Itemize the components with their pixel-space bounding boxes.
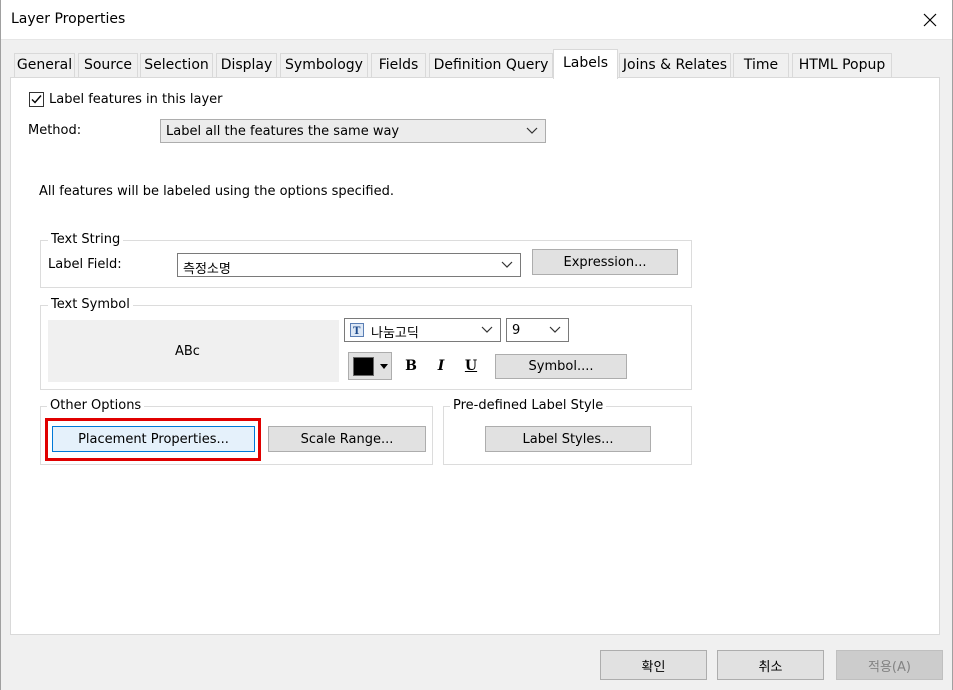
tab-selection[interactable]: Selection (140, 53, 213, 77)
tab-definition-query[interactable]: Definition Query (429, 53, 553, 77)
tab-source[interactable]: Source (78, 53, 138, 77)
text-symbol-legend: Text Symbol (48, 297, 133, 312)
title-bar (0, 0, 953, 40)
checkmark-icon (31, 95, 42, 104)
chevron-down-icon (481, 326, 493, 333)
predefined-style-legend: Pre-defined Label Style (450, 398, 607, 413)
cancel-button[interactable]: 취소 (717, 650, 824, 680)
tab-labels[interactable]: Labels (553, 49, 618, 79)
ok-button[interactable]: 확인 (600, 650, 707, 680)
info-text: All features will be labeled using the o… (39, 184, 394, 199)
caret-down-icon (380, 364, 388, 369)
tab-time[interactable]: Time (733, 53, 789, 77)
method-label: Method: (28, 123, 82, 138)
underline-button[interactable]: U (459, 354, 483, 378)
tab-joins-relates[interactable]: Joins & Relates (619, 53, 731, 77)
chevron-down-icon (549, 326, 561, 333)
expression-button[interactable]: Expression... (532, 249, 678, 275)
italic-button[interactable]: I (429, 354, 453, 378)
scale-range-button[interactable]: Scale Range... (268, 426, 426, 452)
tab-fields[interactable]: Fields (371, 53, 426, 77)
text-symbol-preview: ABc (48, 320, 339, 382)
font-size-value: 9 (512, 323, 521, 338)
window-title: Layer Properties (11, 11, 126, 27)
color-swatch (353, 357, 374, 376)
label-field-value: 측정소명 (183, 262, 231, 277)
other-options-legend: Other Options (47, 398, 145, 413)
method-dropdown[interactable]: Label all the features the same way (160, 119, 546, 143)
tab-html-popup[interactable]: HTML Popup (792, 53, 892, 77)
tab-symbology[interactable]: Symbology (280, 53, 368, 77)
font-dropdown[interactable]: T 나눔고딕 (344, 318, 501, 342)
truetype-font-icon: T (350, 323, 364, 337)
close-button[interactable] (912, 6, 948, 34)
method-value: Label all the features the same way (166, 124, 400, 139)
font-size-dropdown[interactable]: 9 (506, 318, 569, 342)
labels-tab-panel: Label features in this layer Method: Lab… (10, 77, 940, 635)
font-value: 나눔고딕 (371, 326, 419, 341)
bold-button[interactable]: B (399, 354, 423, 378)
symbol-button[interactable]: Symbol.... (495, 354, 627, 379)
tab-general[interactable]: General (14, 53, 75, 77)
apply-button[interactable]: 적용(A) (836, 650, 943, 680)
chevron-down-icon (501, 261, 513, 268)
label-features-checkbox[interactable] (29, 92, 44, 107)
chevron-down-icon (526, 127, 538, 134)
window-frame (0, 0, 1, 690)
close-icon (923, 13, 937, 27)
color-picker[interactable] (348, 352, 392, 380)
label-styles-button[interactable]: Label Styles... (485, 426, 651, 452)
svg-text:T: T (353, 326, 361, 337)
label-field-dropdown[interactable]: 측정소명 (177, 253, 521, 277)
preview-text: ABc (175, 344, 200, 359)
highlight-box (45, 418, 261, 461)
text-string-legend: Text String (48, 232, 124, 247)
label-features-label: Label features in this layer (49, 92, 223, 107)
tab-display[interactable]: Display (216, 53, 277, 77)
label-field-label: Label Field: (48, 257, 122, 272)
